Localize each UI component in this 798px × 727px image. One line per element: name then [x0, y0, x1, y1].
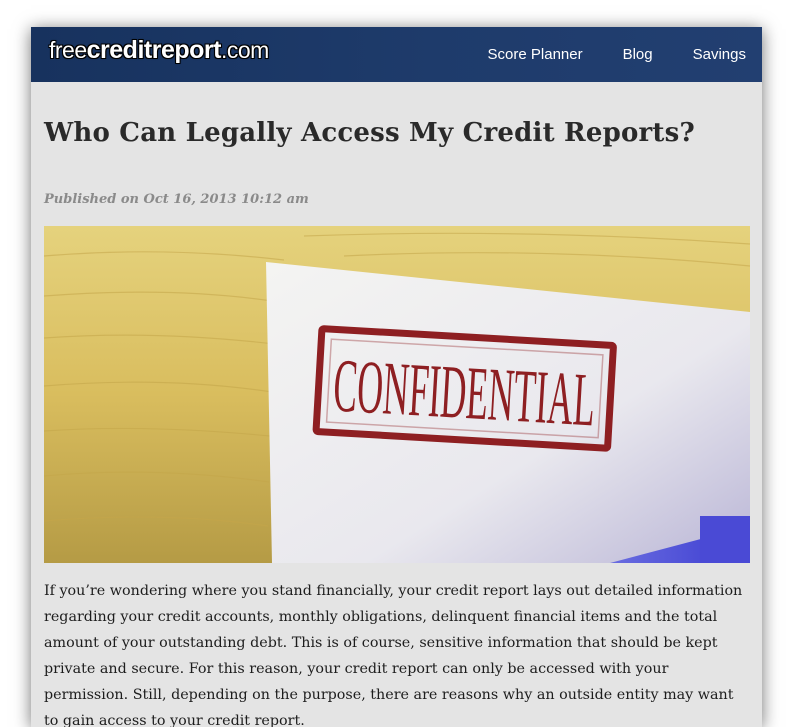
confidential-folder-illustration: CONFIDENTIAL [44, 226, 750, 563]
main-nav: Score Planner Blog Savings [488, 46, 746, 63]
nav-link-score-planner[interactable]: Score Planner [488, 46, 583, 63]
nav-link-blog[interactable]: Blog [623, 46, 653, 63]
confidential-stamp-text: CONFIDENTIAL [331, 343, 597, 442]
nav-link-savings[interactable]: Savings [693, 46, 746, 63]
article-title: Who Can Legally Access My Credit Reports… [44, 118, 695, 148]
site-logo[interactable]: freecreditreport.com [49, 36, 269, 65]
article-hero-image: CONFIDENTIAL [44, 226, 750, 563]
publish-date: Published on Oct 16, 2013 10:12 am [44, 192, 309, 207]
top-navigation-bar: freecreditreport.com Score Planner Blog … [31, 27, 762, 82]
logo-middle: creditreport [86, 36, 222, 64]
logo-prefix: free [49, 37, 87, 63]
browser-page: freecreditreport.com Score Planner Blog … [31, 27, 762, 727]
logo-suffix: .com [220, 37, 269, 63]
article-body: If you’re wondering where you stand fina… [44, 583, 743, 727]
